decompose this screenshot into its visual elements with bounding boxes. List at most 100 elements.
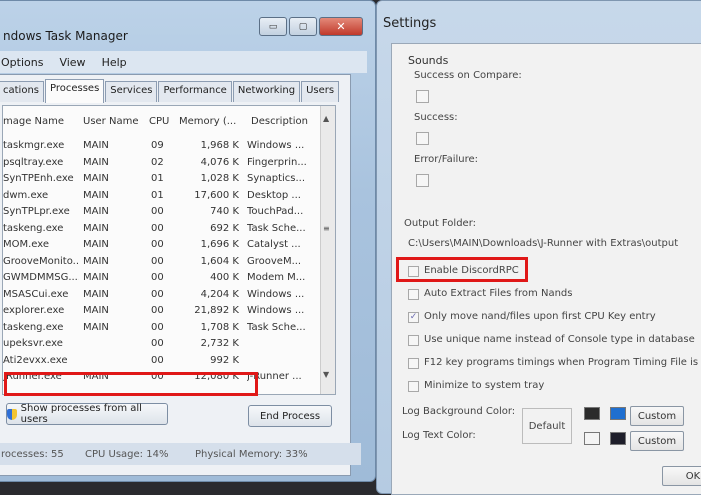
scroll-up-icon[interactable]: ▲ bbox=[323, 114, 329, 123]
process-image-name: taskeng.exe bbox=[3, 321, 64, 333]
option-label[interactable]: Auto Extract Files from Nands bbox=[424, 288, 572, 299]
status-processes: rocesses: 55 bbox=[1, 449, 64, 460]
tab-performance[interactable]: Performance bbox=[158, 81, 232, 102]
process-user-name: MAIN bbox=[83, 140, 109, 151]
process-memory: 1,028 K bbox=[200, 173, 239, 184]
process-list-scrollbar[interactable]: ▲ ≡ ▼ bbox=[320, 106, 335, 394]
process-user-name: MAIN bbox=[83, 288, 109, 300]
process-user-name: MAIN bbox=[83, 189, 109, 201]
col-memory[interactable]: Memory (... bbox=[179, 116, 236, 127]
error-sound-box[interactable] bbox=[416, 174, 429, 187]
log-text-swatch-light[interactable] bbox=[584, 432, 600, 445]
process-row[interactable]: upeksvr.exe 00 2,732 K bbox=[3, 336, 323, 352]
maximize-button[interactable]: ▢ bbox=[289, 17, 317, 36]
process-description: Task Sche... bbox=[247, 222, 306, 234]
option-checkbox[interactable] bbox=[408, 335, 419, 346]
process-user-name: MAIN bbox=[83, 305, 109, 316]
process-row[interactable]: taskeng.exe MAIN 00 692 K Task Sche... bbox=[3, 221, 323, 237]
ok-button[interactable]: OK bbox=[662, 466, 701, 486]
menu-options[interactable]: Options bbox=[1, 56, 43, 69]
process-row[interactable]: taskmgr.exe MAIN 09 1,968 K Windows ... bbox=[3, 138, 323, 154]
process-row[interactable]: GrooveMonito... MAIN 00 1,604 K GrooveM... bbox=[3, 254, 323, 270]
process-memory: 1,968 K bbox=[200, 140, 239, 151]
process-image-name: GWMDMMSG.... bbox=[3, 272, 79, 283]
process-row[interactable]: GWMDMMSG.... MAIN 00 400 K Modem M... bbox=[3, 270, 323, 286]
process-row[interactable]: Ati2evxx.exe 00 992 K bbox=[3, 353, 323, 369]
process-list[interactable]: mage Name User Name CPU Memory (... Desc… bbox=[2, 105, 336, 395]
process-cpu: 00 bbox=[151, 272, 164, 283]
menu-help[interactable]: Help bbox=[102, 56, 127, 69]
option-checkbox[interactable] bbox=[408, 289, 419, 300]
menu-view[interactable]: View bbox=[59, 56, 85, 69]
process-memory: 4,204 K bbox=[200, 288, 239, 300]
process-memory: 21,892 K bbox=[194, 305, 239, 316]
process-memory: 400 K bbox=[210, 272, 239, 283]
process-image-name: dwm.exe bbox=[3, 189, 49, 201]
process-memory: 1,708 K bbox=[200, 321, 239, 333]
end-process-button[interactable]: End Process bbox=[248, 405, 332, 427]
process-memory: 2,732 K bbox=[200, 338, 239, 349]
task-manager-title: ndows Task Manager bbox=[3, 29, 128, 43]
default-color-button[interactable]: Default bbox=[522, 408, 572, 444]
log-text-custom-button[interactable]: Custom bbox=[630, 431, 684, 451]
option-checkbox[interactable]: ✓ bbox=[408, 312, 419, 323]
process-row[interactable]: dwm.exe MAIN 01 17,600 K Desktop ... bbox=[3, 188, 323, 204]
status-cpu: CPU Usage: 14% bbox=[85, 449, 169, 460]
process-user-name: MAIN bbox=[83, 272, 109, 283]
task-manager-window: ndows Task Manager ▭ ▢ ✕ Options View He… bbox=[0, 0, 376, 482]
process-row[interactable]: MSASCui.exe MAIN 00 4,204 K Windows ... bbox=[3, 287, 323, 303]
option-label[interactable]: Only move nand/files upon first CPU Key … bbox=[424, 311, 656, 322]
tab-users[interactable]: Users bbox=[301, 81, 340, 102]
process-row[interactable]: taskeng.exe MAIN 00 1,708 K Task Sche... bbox=[3, 320, 323, 336]
settings-title: Settings bbox=[383, 16, 437, 31]
col-description[interactable]: Description bbox=[251, 116, 308, 127]
process-user-name: MAIN bbox=[83, 321, 109, 333]
process-description: GrooveM... bbox=[247, 255, 302, 267]
option-label[interactable]: F12 key programs timings when Program Ti… bbox=[424, 357, 701, 368]
process-cpu: 00 bbox=[151, 255, 164, 267]
process-row[interactable]: explorer.exe MAIN 00 21,892 K Windows ... bbox=[3, 303, 323, 319]
col-user-name[interactable]: User Name bbox=[83, 116, 138, 127]
success-compare-sound-box[interactable] bbox=[416, 90, 429, 103]
scroll-down-icon[interactable]: ▼ bbox=[323, 370, 329, 379]
output-folder-path[interactable]: C:\Users\MAIN\Downloads\J-Runner with Ex… bbox=[408, 238, 678, 249]
option-checkbox[interactable] bbox=[408, 381, 419, 392]
window-controls: ▭ ▢ ✕ bbox=[259, 17, 363, 36]
show-all-processes-button[interactable]: Show processes from all users bbox=[6, 403, 168, 425]
option-label[interactable]: Use unique name instead of Console type … bbox=[424, 334, 695, 345]
log-bg-swatch-blue[interactable] bbox=[610, 407, 626, 420]
option-checkbox[interactable] bbox=[408, 358, 419, 369]
process-user-name: MAIN bbox=[83, 206, 109, 217]
close-button[interactable]: ✕ bbox=[319, 17, 363, 36]
success-sound-box[interactable] bbox=[416, 132, 429, 145]
minimize-button[interactable]: ▭ bbox=[259, 17, 287, 36]
process-description: Desktop ... bbox=[247, 189, 301, 201]
process-row[interactable]: MOM.exe MAIN 00 1,696 K Catalyst ... bbox=[3, 237, 323, 253]
success-compare-label: Success on Compare: bbox=[414, 70, 522, 81]
col-image-name[interactable]: mage Name bbox=[3, 116, 64, 127]
process-row[interactable]: SynTPLpr.exe MAIN 00 740 K TouchPad... bbox=[3, 204, 323, 220]
scroll-grip-icon[interactable]: ≡ bbox=[323, 224, 330, 233]
process-cpu: 09 bbox=[151, 140, 164, 151]
process-row[interactable]: psqltray.exe MAIN 02 4,076 K Fingerprin... bbox=[3, 155, 323, 171]
process-list-header: mage Name User Name CPU Memory (... Desc… bbox=[3, 114, 335, 132]
log-bg-swatch-dark[interactable] bbox=[584, 407, 600, 420]
process-image-name: upeksvr.exe bbox=[3, 338, 63, 349]
log-text-swatch-dark[interactable] bbox=[610, 432, 626, 445]
process-image-name: Ati2evxx.exe bbox=[3, 354, 68, 366]
process-image-name: GrooveMonito... bbox=[3, 255, 79, 267]
show-all-processes-label: Show processes from all users bbox=[20, 403, 142, 425]
process-cpu: 02 bbox=[151, 156, 164, 168]
process-description: TouchPad... bbox=[247, 206, 304, 217]
option-label[interactable]: Minimize to system tray bbox=[424, 380, 544, 391]
process-row[interactable]: SynTPEnh.exe MAIN 01 1,028 K Synaptics... bbox=[3, 171, 323, 187]
tab-processes[interactable]: Processes bbox=[45, 79, 105, 103]
tab-applications[interactable]: cations bbox=[0, 81, 44, 102]
log-bg-custom-button[interactable]: Custom bbox=[630, 406, 684, 426]
col-cpu[interactable]: CPU bbox=[149, 116, 169, 127]
process-cpu: 00 bbox=[151, 239, 164, 250]
tab-services[interactable]: Services bbox=[105, 81, 158, 102]
process-user-name: MAIN bbox=[83, 156, 109, 168]
tab-networking[interactable]: Networking bbox=[232, 81, 301, 102]
process-user-name: MAIN bbox=[83, 222, 109, 234]
